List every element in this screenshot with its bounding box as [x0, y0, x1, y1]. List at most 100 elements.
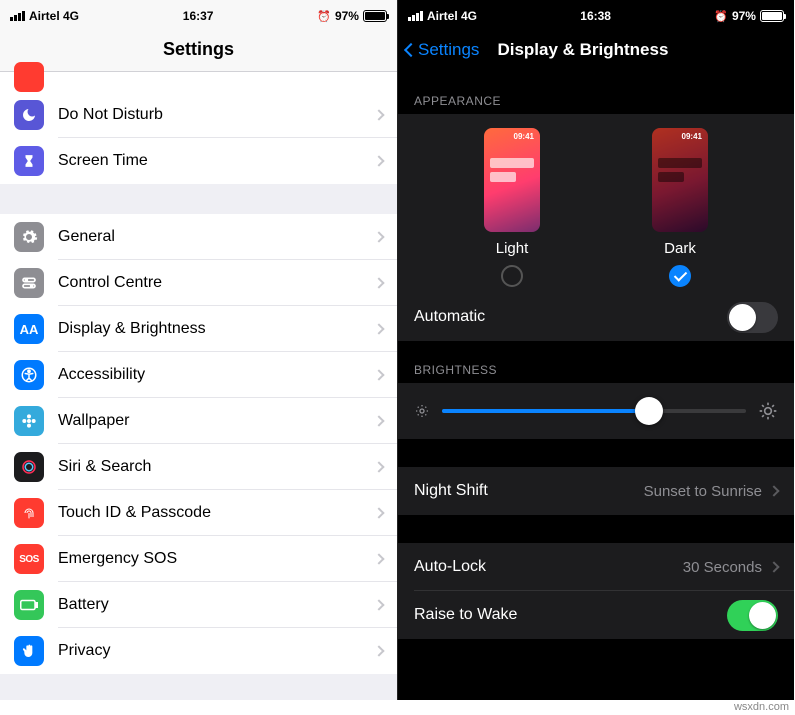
row-label: Display & Brightness	[58, 320, 375, 338]
flower-icon	[14, 406, 44, 436]
dark-label: Dark	[664, 240, 696, 257]
clock: 16:37	[183, 9, 214, 23]
chevron-right-icon	[373, 599, 384, 610]
appearance-option-light[interactable]: 09:41 Light	[484, 128, 540, 287]
row-do-not-disturb[interactable]: Do Not Disturb	[0, 92, 397, 138]
siri-icon	[14, 452, 44, 482]
row-general[interactable]: General	[0, 214, 397, 260]
sun-small-icon	[414, 403, 430, 419]
chevron-right-icon	[373, 645, 384, 656]
switches-icon	[14, 268, 44, 298]
settings-screen: Airtel 4G 16:37 ⏰ 97% Settings Do Not Di…	[0, 0, 397, 700]
light-radio[interactable]	[501, 265, 523, 287]
appearance-header: APPEARANCE	[398, 72, 794, 114]
watermark: wsxdn.com	[734, 701, 789, 713]
row-night-shift[interactable]: Night Shift Sunset to Sunrise	[398, 467, 794, 515]
dark-preview: 09:41	[652, 128, 708, 232]
row-label: Control Centre	[58, 274, 375, 292]
chevron-right-icon	[373, 277, 384, 288]
status-bar: Airtel 4G 16:38 ⏰ 97%	[398, 0, 794, 28]
night-shift-value: Sunset to Sunrise	[644, 483, 762, 500]
chevron-right-icon	[373, 109, 384, 120]
battery-icon	[363, 10, 387, 22]
fingerprint-icon	[14, 498, 44, 528]
row-label: Privacy	[58, 642, 375, 660]
row-emergency-sos[interactable]: SOS Emergency SOS	[0, 536, 397, 582]
chevron-right-icon	[373, 369, 384, 380]
row-battery[interactable]: Battery	[0, 582, 397, 628]
gear-icon	[14, 222, 44, 252]
chevron-right-icon	[373, 461, 384, 472]
display-brightness-screen: Airtel 4G 16:38 ⏰ 97% Settings Display &…	[397, 0, 794, 700]
row-label: General	[58, 228, 375, 246]
row-accessibility[interactable]: Accessibility	[0, 352, 397, 398]
back-label: Settings	[418, 40, 479, 60]
brightness-header: BRIGHTNESS	[398, 341, 794, 383]
automatic-switch[interactable]	[727, 302, 778, 333]
page-title: Settings	[0, 28, 397, 72]
row-wallpaper[interactable]: Wallpaper	[0, 398, 397, 444]
sun-large-icon	[758, 401, 778, 421]
row-touch-id[interactable]: Touch ID & Passcode	[0, 490, 397, 536]
battery-icon	[14, 590, 44, 620]
hand-icon	[14, 636, 44, 666]
row-control-centre[interactable]: Control Centre	[0, 260, 397, 306]
row-label: Touch ID & Passcode	[58, 504, 375, 522]
chevron-right-icon	[373, 553, 384, 564]
row-label: Siri & Search	[58, 458, 375, 476]
hourglass-icon	[14, 146, 44, 176]
back-button[interactable]: Settings	[406, 40, 479, 60]
chevron-right-icon	[768, 485, 779, 496]
chevron-right-icon	[373, 155, 384, 166]
raise-label: Raise to Wake	[414, 606, 727, 624]
row-auto-lock[interactable]: Auto-Lock 30 Seconds	[398, 543, 794, 591]
text-size-icon: AA	[14, 314, 44, 344]
brightness-slider-row	[398, 383, 794, 439]
signal-icon	[10, 11, 25, 21]
chevron-right-icon	[768, 561, 779, 572]
row-label: Accessibility	[58, 366, 375, 384]
carrier-label: Airtel 4G	[29, 9, 79, 23]
sos-icon: SOS	[14, 544, 44, 574]
battery-icon	[760, 10, 784, 22]
page-title: Display & Brightness	[497, 40, 668, 60]
row-raise-to-wake[interactable]: Raise to Wake	[398, 591, 794, 639]
battery-percent: 97%	[335, 9, 359, 23]
chevron-left-icon	[404, 43, 418, 57]
row-label: Emergency SOS	[58, 550, 375, 568]
chevron-right-icon	[373, 323, 384, 334]
prev-item-icon	[14, 62, 44, 92]
chevron-right-icon	[373, 231, 384, 242]
row-siri-search[interactable]: Siri & Search	[0, 444, 397, 490]
dark-radio[interactable]	[669, 265, 691, 287]
appearance-option-dark[interactable]: 09:41 Dark	[652, 128, 708, 287]
clock: 16:38	[580, 9, 611, 23]
moon-icon	[14, 100, 44, 130]
row-privacy[interactable]: Privacy	[0, 628, 397, 674]
carrier-label: Airtel 4G	[427, 9, 477, 23]
row-label: Wallpaper	[58, 412, 375, 430]
auto-lock-label: Auto-Lock	[414, 558, 683, 576]
nav-bar: Settings Display & Brightness	[398, 28, 794, 72]
chevron-right-icon	[373, 507, 384, 518]
alarm-icon: ⏰	[714, 10, 728, 23]
battery-percent: 97%	[732, 9, 756, 23]
auto-lock-value: 30 Seconds	[683, 559, 762, 576]
light-label: Light	[496, 240, 529, 257]
status-bar: Airtel 4G 16:37 ⏰ 97%	[0, 0, 397, 28]
light-preview: 09:41	[484, 128, 540, 232]
automatic-label: Automatic	[414, 308, 727, 326]
alarm-icon: ⏰	[317, 10, 331, 23]
raise-switch[interactable]	[727, 600, 778, 631]
row-label: Screen Time	[58, 152, 375, 170]
row-label: Battery	[58, 596, 375, 614]
row-automatic[interactable]: Automatic	[398, 293, 794, 341]
night-shift-label: Night Shift	[414, 482, 644, 500]
signal-icon	[408, 11, 423, 21]
row-display-brightness[interactable]: AA Display & Brightness	[0, 306, 397, 352]
accessibility-icon	[14, 360, 44, 390]
chevron-right-icon	[373, 415, 384, 426]
brightness-slider[interactable]	[442, 409, 746, 413]
row-screen-time[interactable]: Screen Time	[0, 138, 397, 184]
row-label: Do Not Disturb	[58, 106, 375, 124]
